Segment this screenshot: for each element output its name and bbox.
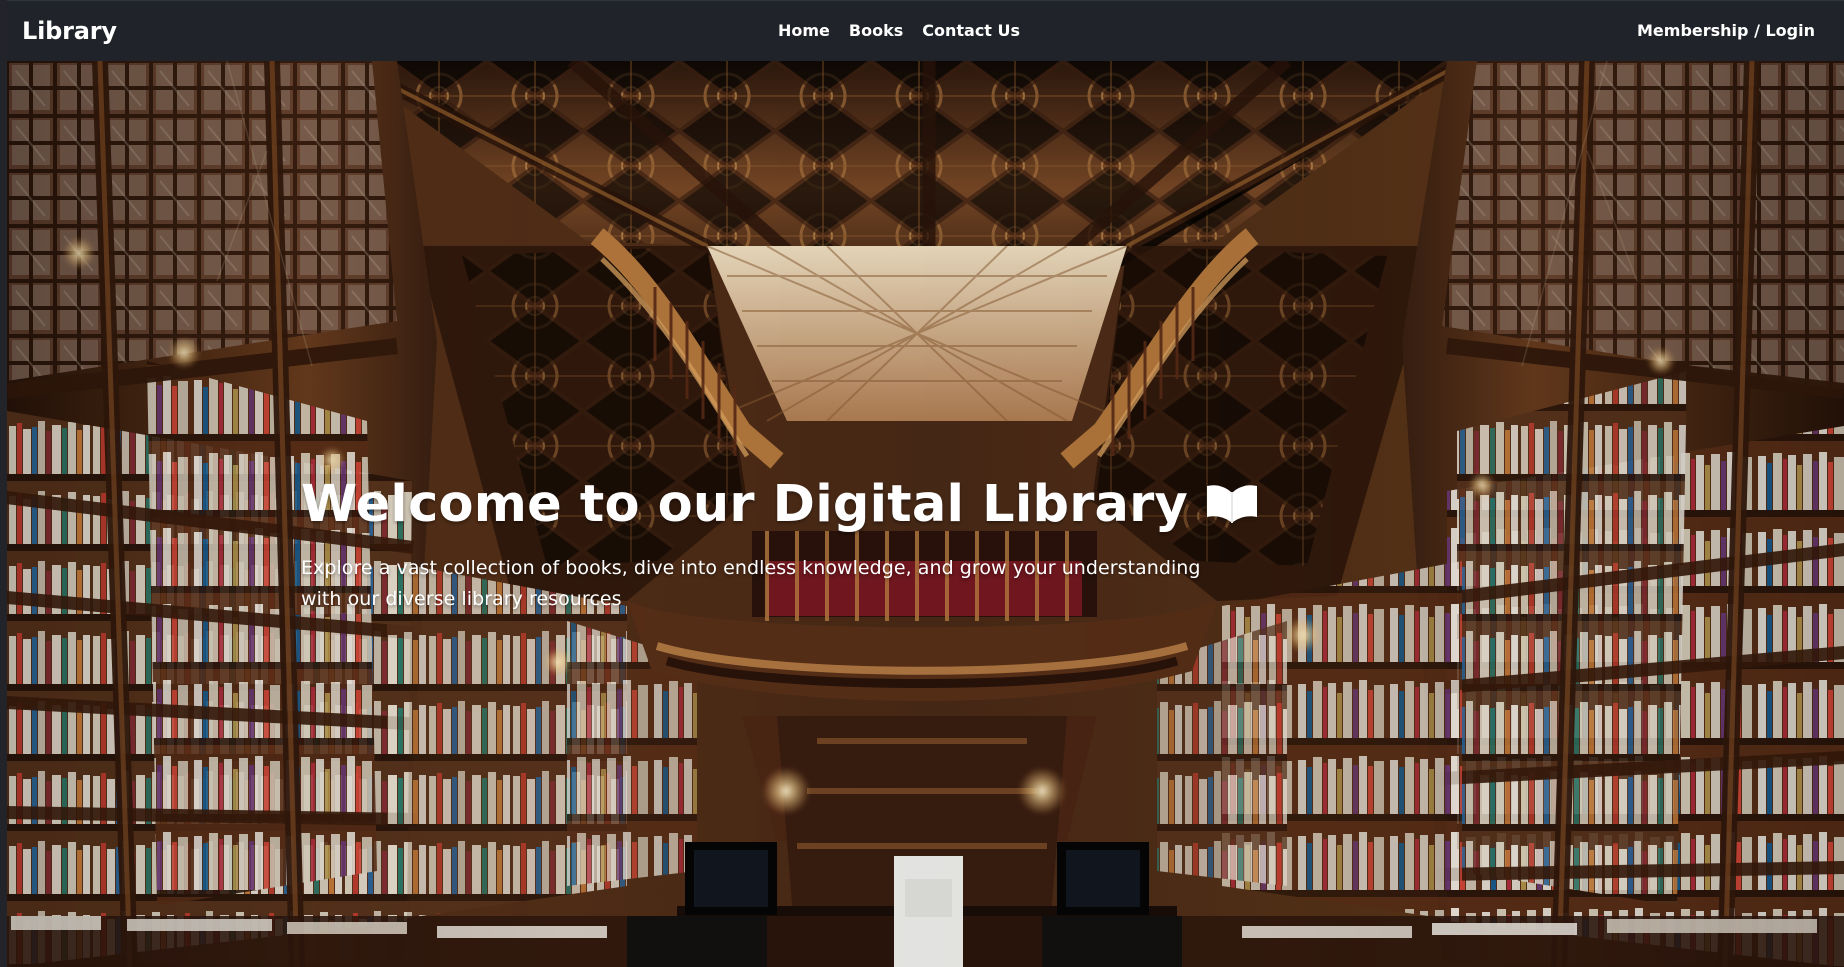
- library-homepage: Library Home Books Contact Us Membership…: [0, 0, 1844, 967]
- library-brand-link[interactable]: Library: [22, 17, 117, 45]
- hero-library-section: Welcome to our Digital Library Explore a…: [7, 61, 1844, 967]
- hero-text-block: Welcome to our Digital Library Explore a…: [301, 475, 1257, 615]
- books-nav-link[interactable]: Books: [849, 21, 903, 41]
- hero-title-text: Welcome to our Digital Library: [301, 475, 1188, 534]
- top-navigation-bar: Library Home Books Contact Us Membership…: [7, 0, 1844, 61]
- hero-heading: Welcome to our Digital Library: [301, 475, 1257, 535]
- contact-us-nav-link[interactable]: Contact Us: [922, 21, 1020, 41]
- membership-login-link[interactable]: Membership / Login: [1637, 21, 1815, 41]
- hero-description: Explore a vast collection of books, dive…: [301, 557, 1201, 610]
- main-navigation-links: Home Books Contact Us: [778, 21, 1020, 41]
- home-nav-link[interactable]: Home: [778, 21, 830, 41]
- browser-left-edge: [0, 0, 7, 967]
- open-book-icon: [1202, 480, 1262, 526]
